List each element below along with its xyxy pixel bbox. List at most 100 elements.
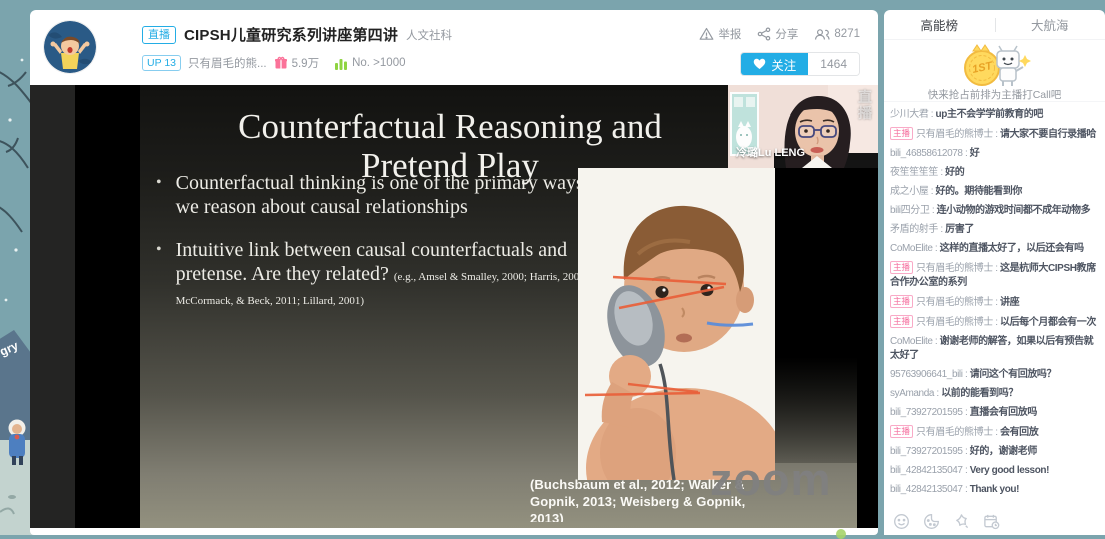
follow-label: 关注	[771, 55, 796, 74]
rank-bars-icon	[334, 57, 348, 70]
chat-message: 少川大君 : up主不会学学前教育的吧	[890, 108, 1102, 122]
chat-username[interactable]: 矛盾的射手	[890, 224, 938, 235]
chat-username[interactable]: 只有眉毛的熊博士	[916, 129, 993, 140]
chat-message: 主播只有眉毛的熊博士 : 会有回放	[890, 425, 1102, 440]
host-badge: 主播	[890, 315, 913, 328]
chat-panel: 高能榜 大航海 1ST	[884, 10, 1105, 535]
gift-stat[interactable]: 5.9万	[274, 55, 320, 71]
report-button[interactable]: 举报	[699, 26, 741, 42]
host-badge: 主播	[890, 425, 913, 438]
chat-username[interactable]: bili_73927201595	[890, 446, 963, 457]
tab-fleet[interactable]: 大航海	[995, 10, 1105, 39]
video-player[interactable]: Counterfactual Reasoning and Pretend Pla…	[30, 85, 878, 528]
chat-message-text: 连小动物的游戏时间都不成年动物多	[937, 205, 1091, 216]
letterbox-strip	[30, 85, 75, 528]
gift-count: 5.9万	[292, 55, 320, 71]
chat-message: 主播只有眉毛的熊博士 : 请大家不要自行录播哈	[890, 127, 1102, 142]
chat-username[interactable]: 只有眉毛的熊博士	[916, 297, 993, 308]
chat-message: bili四分卫 : 连小动物的游戏时间都不成年动物多	[890, 204, 1102, 218]
up-level-badge: UP 13	[142, 55, 181, 71]
streamer-name-link[interactable]: 只有眉毛的熊...	[188, 55, 267, 71]
chat-message-text: 好的	[945, 167, 964, 178]
chat-message-text: 好的，谢谢老师	[970, 446, 1037, 457]
streamer-avatar[interactable]	[44, 21, 96, 73]
chat-username[interactable]: syAmanda	[890, 388, 934, 399]
theme-palette-button[interactable]	[923, 513, 940, 530]
chat-message-text: 这样的直播太好了，以后还会有吗	[940, 243, 1084, 254]
bullet-marker: •	[156, 238, 162, 310]
rank-stat[interactable]: No. >1000	[334, 57, 405, 70]
stream-card: 直播 CIPSH儿童研究系列讲座第四讲 人文社科 UP 13 只有眉毛的熊...…	[30, 10, 878, 535]
header-stats-row: UP 13 只有眉毛的熊... 5.9万	[142, 55, 405, 71]
share-button[interactable]: 分享	[757, 26, 798, 42]
host-badge: 主播	[890, 295, 913, 308]
report-label: 举报	[718, 26, 741, 42]
chat-message: 夜笙笙笙笙 : 好的	[890, 166, 1102, 180]
chat-username[interactable]: 成之小屋	[890, 186, 928, 197]
chat-message-text: 以前的能看到吗？	[941, 388, 1018, 399]
chat-message: 成之小屋 : 好的。期待能看到你	[890, 185, 1102, 199]
chat-message: CoMoElite : 谢谢老师的解答，如果以后有预告就太好了	[890, 335, 1102, 363]
zoom-watermark: zoom	[710, 457, 832, 502]
chat-message-text: 会有回放	[1000, 427, 1038, 438]
rank-text: No. >1000	[352, 57, 405, 69]
host-badge: 主播	[890, 261, 913, 274]
player-control-icon[interactable]	[836, 529, 846, 539]
chat-message: syAmanda : 以前的能看到吗？	[890, 387, 1102, 401]
chat-username[interactable]: 95763906641_bili	[890, 369, 963, 380]
rank-promo: 1ST 快来抢占前排为主播打Call吧	[884, 40, 1105, 102]
chat-username[interactable]: 只有眉毛的熊博士	[916, 317, 993, 328]
chat-message-text: 好	[970, 148, 980, 159]
chat-username[interactable]: 只有眉毛的熊博士	[916, 427, 993, 438]
chat-tabs: 高能榜 大航海	[884, 10, 1105, 40]
chat-username[interactable]: 少川大君	[890, 109, 928, 120]
rank-mascot-illustration: 1ST	[949, 43, 1041, 89]
chat-username[interactable]: bili_73927201595	[890, 407, 963, 418]
chat-username[interactable]: bili四分卫	[890, 205, 929, 216]
chat-username[interactable]: 只有眉毛的熊博士	[916, 263, 993, 274]
follow-count[interactable]: 1464	[808, 53, 859, 75]
chat-message-text: 讲座	[1000, 297, 1019, 308]
report-icon	[699, 27, 714, 41]
heart-icon	[753, 58, 766, 70]
viewers-icon	[814, 28, 830, 41]
chat-message-text: up主不会学学前教育的吧	[936, 109, 1043, 120]
viewers-stat: 8271	[814, 28, 860, 41]
chat-message: bili_42842135047 : Thank you!	[890, 483, 1102, 497]
chat-username[interactable]: CoMoElite	[890, 243, 933, 254]
effects-button[interactable]	[953, 513, 970, 530]
chat-username[interactable]: 夜笙笙笙笙	[890, 167, 938, 178]
chat-message-text: 厉害了	[945, 224, 974, 235]
slide-bullet-2: • Intuitive link between causal counterf…	[156, 238, 634, 310]
tv-mascot	[997, 46, 1023, 86]
category-link[interactable]: 人文社科	[406, 27, 452, 43]
chat-message: bili_42842135047 : Very good lesson!	[890, 464, 1102, 478]
presenter-webcam: 冷璐Lu LENG 直播	[728, 85, 878, 168]
chat-message-text: 请大家不要自行录播哈	[1000, 129, 1096, 140]
chat-username[interactable]: bili_42842135047	[890, 465, 963, 476]
live-watermark: 直播	[857, 89, 873, 121]
slide-photo-baby	[578, 168, 775, 480]
caption-line3: 2013)	[530, 510, 758, 522]
slide-title-line1: Counterfactual Reasoning and	[160, 107, 740, 146]
presenter-name-tag: 冷璐Lu LENG	[736, 144, 805, 160]
chat-message: 主播只有眉毛的熊博士 : 以后每个月都会有一次	[890, 315, 1102, 330]
chat-message: 矛盾的射手 : 厉害了	[890, 223, 1102, 237]
tab-rank[interactable]: 高能榜	[884, 10, 995, 39]
follow-button[interactable]: 关注	[741, 53, 808, 75]
chat-username[interactable]: CoMoElite	[890, 336, 933, 347]
schedule-button[interactable]	[983, 513, 1000, 530]
chat-username[interactable]: bili_46858612078	[890, 148, 963, 159]
chat-message-text: 直播会有回放吗	[970, 407, 1037, 418]
chat-message: bili_73927201595 : 直播会有回放吗	[890, 406, 1102, 420]
player-bottom-strip	[30, 528, 878, 535]
chat-message: CoMoElite : 这样的直播太好了，以后还会有吗	[890, 242, 1102, 256]
chat-message-text: Thank you!	[970, 484, 1019, 495]
chat-message-text: Very good lesson!	[970, 465, 1049, 476]
viewer-count: 8271	[834, 28, 860, 40]
header-title-row: 直播 CIPSH儿童研究系列讲座第四讲 人文社科	[142, 24, 452, 45]
follow-control: 关注 1464	[740, 52, 860, 76]
chat-username[interactable]: bili_42842135047	[890, 484, 963, 495]
chat-message-list: 少川大君 : up主不会学学前教育的吧 主播只有眉毛的熊博士 : 请大家不要自行…	[884, 104, 1105, 505]
emoji-button[interactable]	[893, 513, 910, 530]
